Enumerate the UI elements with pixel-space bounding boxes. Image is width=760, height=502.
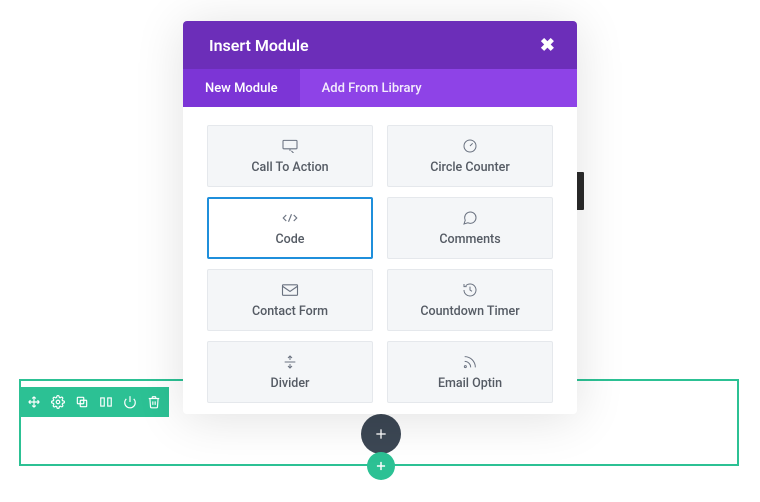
- module-label: Circle Counter: [430, 160, 510, 175]
- module-label: Call To Action: [251, 160, 328, 175]
- close-icon[interactable]: ✖: [540, 35, 555, 56]
- tab-add-from-library[interactable]: Add From Library: [300, 69, 444, 107]
- clock-history-icon: [461, 281, 479, 299]
- gear-icon[interactable]: [51, 395, 65, 409]
- module-grid: Call To Action Circle Counter Code Comme…: [207, 125, 553, 403]
- chat-icon: [461, 209, 479, 227]
- scrollbar-indicator: [576, 172, 584, 210]
- duplicate-icon[interactable]: [75, 395, 89, 409]
- screen-pointer-icon: [281, 137, 299, 155]
- module-contact-form[interactable]: Contact Form: [207, 269, 373, 331]
- module-divider[interactable]: Divider: [207, 341, 373, 403]
- module-call-to-action[interactable]: Call To Action: [207, 125, 373, 187]
- module-label: Email Optin: [438, 376, 502, 391]
- tab-new-module[interactable]: New Module: [183, 69, 300, 107]
- module-code[interactable]: Code: [207, 197, 373, 259]
- move-icon[interactable]: [27, 395, 41, 409]
- modal-body: Call To Action Circle Counter Code Comme…: [183, 107, 577, 414]
- columns-icon[interactable]: [99, 395, 113, 409]
- module-label: Code: [276, 232, 305, 247]
- modal-header: Insert Module ✖: [183, 21, 577, 69]
- divider-icon: [281, 353, 299, 371]
- trash-icon[interactable]: [147, 395, 161, 409]
- module-label: Comments: [439, 232, 500, 247]
- module-countdown-timer[interactable]: Countdown Timer: [387, 269, 553, 331]
- power-icon[interactable]: [123, 395, 137, 409]
- module-label: Contact Form: [252, 304, 328, 319]
- rss-icon: [461, 353, 479, 371]
- code-icon: [281, 209, 299, 227]
- gauge-icon: [461, 137, 479, 155]
- module-label: Countdown Timer: [420, 304, 519, 319]
- insert-module-modal: Insert Module ✖ New Module Add From Libr…: [183, 21, 577, 414]
- modal-tabs: New Module Add From Library: [183, 69, 577, 107]
- module-comments[interactable]: Comments: [387, 197, 553, 259]
- module-circle-counter[interactable]: Circle Counter: [387, 125, 553, 187]
- add-row-button[interactable]: [361, 414, 401, 454]
- add-section-button[interactable]: [367, 452, 395, 480]
- modal-title: Insert Module: [209, 36, 309, 55]
- section-toolbar: [19, 387, 169, 417]
- mail-icon: [281, 281, 299, 299]
- module-email-optin[interactable]: Email Optin: [387, 341, 553, 403]
- module-label: Divider: [271, 376, 310, 391]
